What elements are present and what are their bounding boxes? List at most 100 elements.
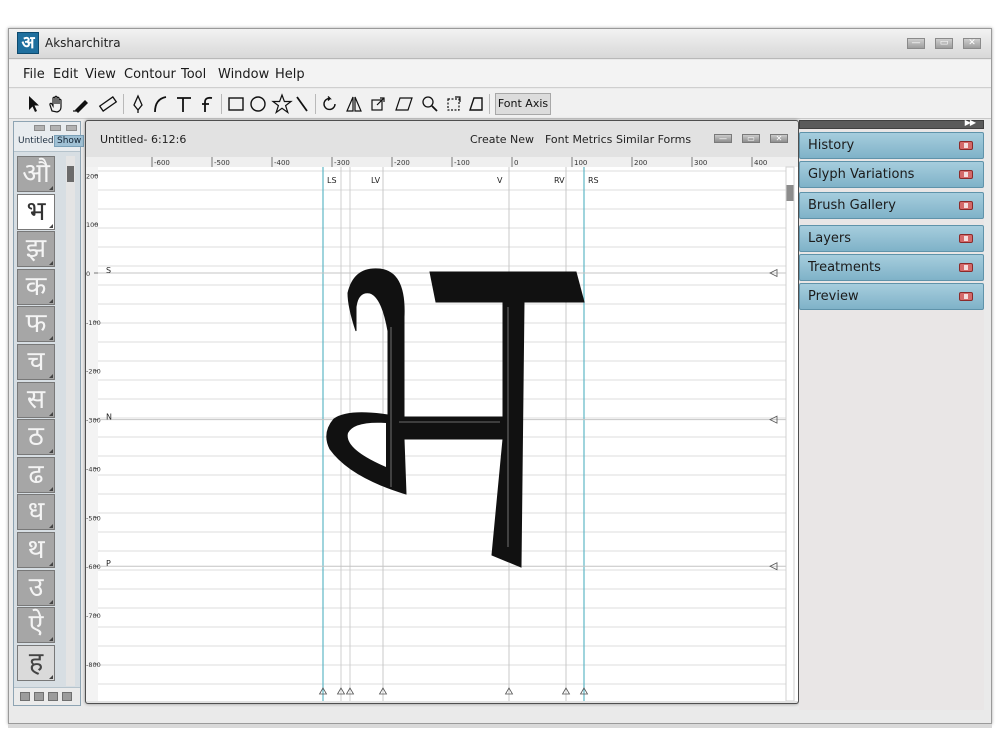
tile-corner-arrow-icon bbox=[49, 411, 53, 416]
glyph-tile[interactable]: क bbox=[17, 268, 55, 305]
glyph-tile-label: उ bbox=[28, 571, 44, 603]
glyph-tile-label: ह bbox=[28, 646, 44, 678]
toolbar: Font Axis bbox=[9, 89, 991, 119]
hand-tool-icon[interactable] bbox=[45, 93, 67, 115]
menu-view[interactable]: View bbox=[85, 67, 116, 82]
skew-tool-icon[interactable] bbox=[393, 93, 415, 115]
x-tick-label: 100 bbox=[574, 159, 587, 167]
font-metrics-button[interactable]: Font Metrics bbox=[545, 133, 612, 146]
ellipse-tool-icon[interactable] bbox=[247, 93, 269, 115]
maximize-button[interactable]: ▭ bbox=[935, 38, 953, 49]
menu-window[interactable]: Window bbox=[218, 67, 269, 82]
glyph-tile[interactable]: ढ bbox=[17, 456, 55, 493]
menu-help[interactable]: Help bbox=[275, 67, 305, 82]
curve-tool-icon[interactable] bbox=[149, 93, 171, 115]
menu-file[interactable]: File bbox=[23, 67, 45, 82]
glyph-palette-footer bbox=[14, 687, 80, 705]
similar-forms-button[interactable]: Similar Forms bbox=[616, 133, 691, 146]
glyph-tile[interactable]: थ bbox=[17, 532, 55, 568]
glyph-tile-label: थ bbox=[27, 534, 45, 565]
hook-tool-icon[interactable] bbox=[197, 93, 219, 115]
transform-tool-icon[interactable] bbox=[443, 93, 465, 115]
document-close-button[interactable]: ✕ bbox=[770, 134, 788, 143]
create-new-button[interactable]: Create New bbox=[470, 133, 534, 146]
expand-panels-icon[interactable]: ▶▶ bbox=[965, 118, 976, 127]
menu-contour[interactable]: Contour bbox=[124, 67, 176, 82]
glyph-tile-label: ध bbox=[27, 496, 45, 528]
panel-close-icon[interactable] bbox=[959, 170, 973, 179]
scrollbar-thumb[interactable] bbox=[67, 166, 74, 182]
palette-footer-button[interactable] bbox=[20, 692, 30, 701]
panel-close-icon[interactable] bbox=[959, 141, 973, 150]
panel-tab-treatments[interactable]: Treatments bbox=[799, 254, 984, 281]
panel-close-icon[interactable] bbox=[959, 263, 973, 272]
palette-footer-button[interactable] bbox=[48, 692, 58, 701]
panel-close-icon[interactable] bbox=[959, 201, 973, 210]
glyph-canvas[interactable]: -600-500-400-300-200-1000100200300400500… bbox=[86, 157, 798, 701]
document-window: Untitled- 6:12:6 Create New Font Metrics… bbox=[85, 120, 799, 704]
corner-tool-icon[interactable] bbox=[173, 93, 195, 115]
y-tick-label: -400 bbox=[86, 465, 101, 473]
toolbar-separator bbox=[489, 94, 490, 114]
glyph-tile[interactable]: भ bbox=[17, 193, 55, 230]
panel-tab-history[interactable]: History bbox=[799, 132, 984, 159]
glyph-tile[interactable]: ध bbox=[17, 494, 55, 531]
perspective-tool-icon[interactable] bbox=[465, 93, 487, 115]
rectangle-tool-icon[interactable] bbox=[225, 93, 247, 115]
menu-tool[interactable]: Tool bbox=[181, 67, 206, 82]
glyph-tile-label: क bbox=[25, 270, 47, 302]
panel-close-icon[interactable] bbox=[959, 292, 973, 301]
close-button[interactable]: ✕ bbox=[963, 38, 981, 49]
glyph-tile[interactable]: च bbox=[17, 344, 55, 380]
zoom-tool-icon[interactable] bbox=[419, 93, 441, 115]
tile-corner-arrow-icon bbox=[49, 298, 53, 303]
panel-close-button[interactable] bbox=[66, 125, 77, 131]
show-button[interactable]: Show bbox=[54, 135, 85, 147]
x-tick-label: 200 bbox=[634, 159, 647, 167]
tile-corner-arrow-icon bbox=[49, 674, 53, 679]
x-tick-label: 0 bbox=[514, 159, 518, 167]
tile-corner-arrow-icon bbox=[49, 486, 53, 491]
palette-footer-button[interactable] bbox=[62, 692, 72, 701]
x-tick-label: 400 bbox=[754, 159, 767, 167]
vertical-ruler bbox=[86, 167, 98, 701]
palette-footer-button[interactable] bbox=[34, 692, 44, 701]
glyph-tile[interactable]: ह bbox=[17, 644, 55, 681]
glyph-tile[interactable]: औ bbox=[17, 156, 55, 192]
glyph-tile[interactable]: ऐ bbox=[17, 607, 55, 644]
pen-erase-icon[interactable] bbox=[71, 93, 93, 115]
panel-tab-brush-gallery[interactable]: Brush Gallery bbox=[799, 192, 984, 219]
glyph-tile[interactable]: ठ bbox=[17, 419, 55, 456]
canvas-scrollbar-thumb[interactable] bbox=[786, 185, 794, 201]
font-axis-button[interactable]: Font Axis bbox=[495, 93, 551, 115]
y-tick-label: -100 bbox=[86, 319, 101, 327]
ruler-icon[interactable] bbox=[97, 93, 119, 115]
minimize-button[interactable]: — bbox=[907, 38, 925, 49]
glyph-tile[interactable]: झ bbox=[17, 231, 55, 268]
rotate-tool-icon[interactable] bbox=[319, 93, 341, 115]
glyph-list-scrollbar[interactable] bbox=[66, 156, 75, 686]
panel-maximize-button[interactable] bbox=[50, 125, 61, 131]
glyph-tile[interactable]: उ bbox=[17, 569, 55, 606]
x-tick-label: -600 bbox=[154, 159, 170, 167]
flip-tool-icon[interactable] bbox=[343, 93, 365, 115]
pen-nib-icon[interactable] bbox=[127, 93, 149, 115]
column-guide-label: V bbox=[497, 176, 503, 185]
panel-tab-preview[interactable]: Preview bbox=[799, 283, 984, 310]
menu-edit[interactable]: Edit bbox=[53, 67, 78, 82]
pointer-tool-icon[interactable] bbox=[23, 93, 45, 115]
panel-close-icon[interactable] bbox=[959, 234, 973, 243]
star-tool-icon[interactable] bbox=[271, 93, 293, 115]
panel-tab-glyph-variations[interactable]: Glyph Variations bbox=[799, 161, 984, 188]
document-minimize-button[interactable]: — bbox=[714, 134, 732, 143]
tile-corner-arrow-icon bbox=[49, 186, 53, 190]
panel-minimize-button[interactable] bbox=[34, 125, 45, 131]
glyph-tile-label: स bbox=[26, 383, 46, 415]
panel-tab-layers[interactable]: Layers bbox=[799, 225, 984, 252]
tile-corner-arrow-icon bbox=[49, 637, 53, 642]
line-tool-icon[interactable] bbox=[291, 93, 313, 115]
glyph-tile[interactable]: स bbox=[17, 381, 55, 418]
scale-tool-icon[interactable] bbox=[367, 93, 389, 115]
document-maximize-button[interactable]: ▭ bbox=[742, 134, 760, 143]
glyph-tile[interactable]: फ bbox=[17, 306, 55, 343]
